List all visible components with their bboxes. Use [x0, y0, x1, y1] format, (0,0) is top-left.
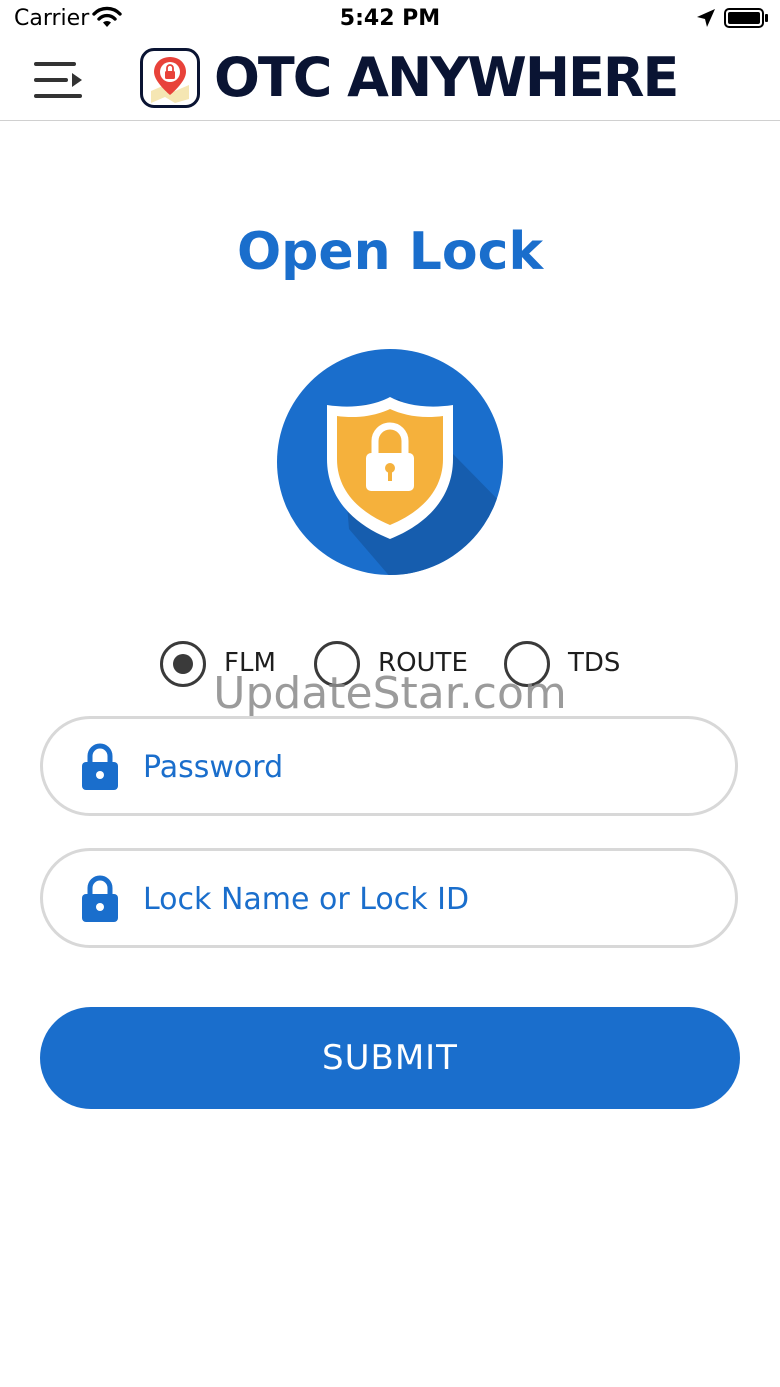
app-title: OTC ANYWHERE	[214, 46, 679, 109]
lock-id-field[interactable]	[40, 848, 738, 948]
clock: 5:42 PM	[339, 6, 441, 31]
battery-cap	[765, 14, 768, 22]
location-arrow-icon	[696, 8, 716, 32]
lock-id-input[interactable]	[143, 873, 703, 925]
status-bar: Carrier 5:42 PM	[0, 0, 780, 40]
password-input[interactable]	[143, 741, 703, 793]
app-logo	[140, 48, 200, 108]
password-field[interactable]	[40, 716, 738, 816]
submit-button[interactable]: SUBMIT	[40, 1007, 740, 1109]
shield-lock-icon	[277, 349, 503, 575]
battery-icon	[724, 8, 764, 28]
map-pin-lock-icon	[151, 57, 189, 103]
nav-bar: OTC ANYWHERE	[0, 40, 780, 121]
page-title: Open Lock	[236, 222, 544, 282]
hamburger-arrow-icon	[34, 62, 82, 98]
padlock-icon	[81, 743, 119, 795]
watermark: UpdateStar.com	[213, 668, 567, 719]
padlock-icon	[81, 875, 119, 927]
menu-button[interactable]	[30, 56, 86, 104]
